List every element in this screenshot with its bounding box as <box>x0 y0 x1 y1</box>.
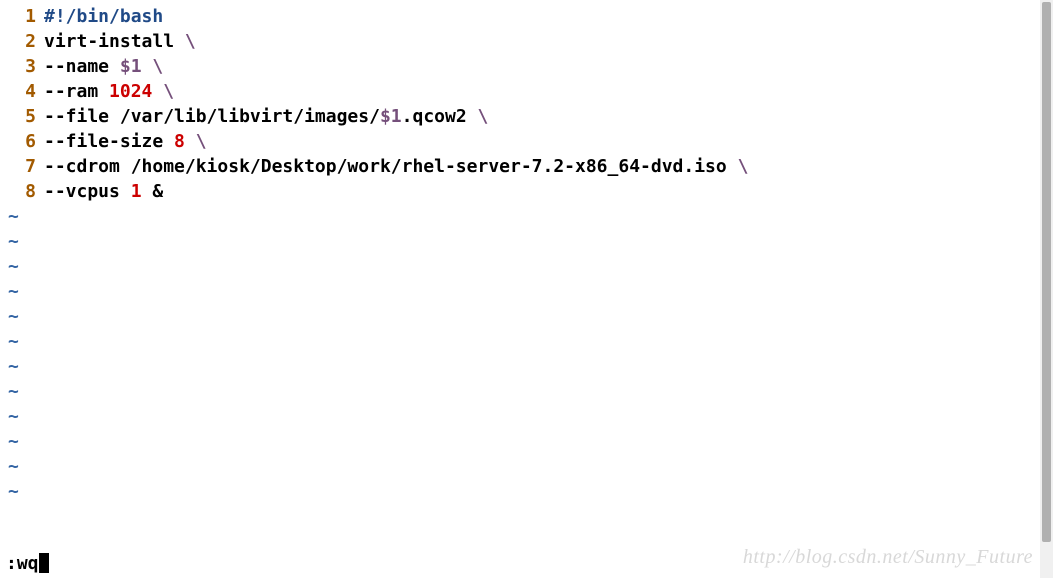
empty-line-tilde: ~ <box>6 354 1039 379</box>
code-token <box>142 56 153 77</box>
code-area[interactable]: 1#!/bin/bash2virt-install \3--name $1 \4… <box>6 4 1039 204</box>
code-line[interactable]: 7 --cdrom /home/kiosk/Desktop/work/rhel-s… <box>6 154 1039 179</box>
code-token: & <box>142 181 164 202</box>
code-token: virt-install <box>44 31 185 52</box>
code-token: --file /var/lib/libvirt/images/ <box>44 106 380 127</box>
code-token: \ <box>152 56 163 77</box>
line-number: 4 <box>6 79 36 104</box>
code-line[interactable]: 4 --ram 1024 \ <box>6 79 1039 104</box>
empty-line-tilde: ~ <box>6 404 1039 429</box>
code-token <box>152 81 163 102</box>
code-line[interactable]: 5 --file /var/lib/libvirt/images/$1.qcow2… <box>6 104 1039 129</box>
code-line[interactable]: 2 virt-install \ <box>6 29 1039 54</box>
code-token: \ <box>163 81 174 102</box>
empty-line-tilde: ~ <box>6 479 1039 504</box>
editor-viewport[interactable]: 1#!/bin/bash2virt-install \3--name $1 \4… <box>0 0 1039 578</box>
code-token: --cdrom /home/kiosk/Desktop/work/rhel-se… <box>44 156 738 177</box>
empty-line-tilde: ~ <box>6 454 1039 479</box>
line-number: 5 <box>6 104 36 129</box>
line-number: 2 <box>6 29 36 54</box>
empty-line-tilde: ~ <box>6 204 1039 229</box>
code-token: 8 <box>174 131 185 152</box>
code-token: #!/bin/bash <box>44 6 163 27</box>
empty-line-tilde: ~ <box>6 379 1039 404</box>
code-line[interactable]: 6 --file-size 8 \ <box>6 129 1039 154</box>
code-token: 1024 <box>109 81 152 102</box>
code-token: \ <box>478 106 489 127</box>
command-text: :wq <box>6 551 39 576</box>
line-number: 8 <box>6 179 36 204</box>
empty-line-tilde: ~ <box>6 279 1039 304</box>
line-number: 7 <box>6 154 36 179</box>
code-token <box>185 131 196 152</box>
empty-line-tilde: ~ <box>6 304 1039 329</box>
code-token: \ <box>196 131 207 152</box>
cursor-block <box>39 553 49 573</box>
code-token: \ <box>185 31 196 52</box>
code-token: $1 <box>120 56 142 77</box>
code-line[interactable]: 8 --vcpus 1 & <box>6 179 1039 204</box>
code-line[interactable]: 3 --name $1 \ <box>6 54 1039 79</box>
empty-lines-area: ~~~~~~~~~~~~ <box>6 204 1039 504</box>
code-line[interactable]: 1 #!/bin/bash <box>6 4 1039 29</box>
line-number: 3 <box>6 54 36 79</box>
empty-line-tilde: ~ <box>6 229 1039 254</box>
scrollbar-vertical[interactable] <box>1040 0 1053 578</box>
code-token: --ram <box>44 81 109 102</box>
line-number: 1 <box>6 4 36 29</box>
command-line[interactable]: :wq <box>0 548 1053 578</box>
code-token: --vcpus <box>44 181 131 202</box>
empty-line-tilde: ~ <box>6 429 1039 454</box>
code-token: 1 <box>131 181 142 202</box>
code-token: --file-size <box>44 131 174 152</box>
code-token: $1 <box>380 106 402 127</box>
code-token: \ <box>738 156 749 177</box>
line-number: 6 <box>6 129 36 154</box>
empty-line-tilde: ~ <box>6 329 1039 354</box>
scrollbar-thumb[interactable] <box>1042 2 1051 542</box>
code-token: --name <box>44 56 120 77</box>
empty-line-tilde: ~ <box>6 254 1039 279</box>
code-token: .qcow2 <box>402 106 478 127</box>
